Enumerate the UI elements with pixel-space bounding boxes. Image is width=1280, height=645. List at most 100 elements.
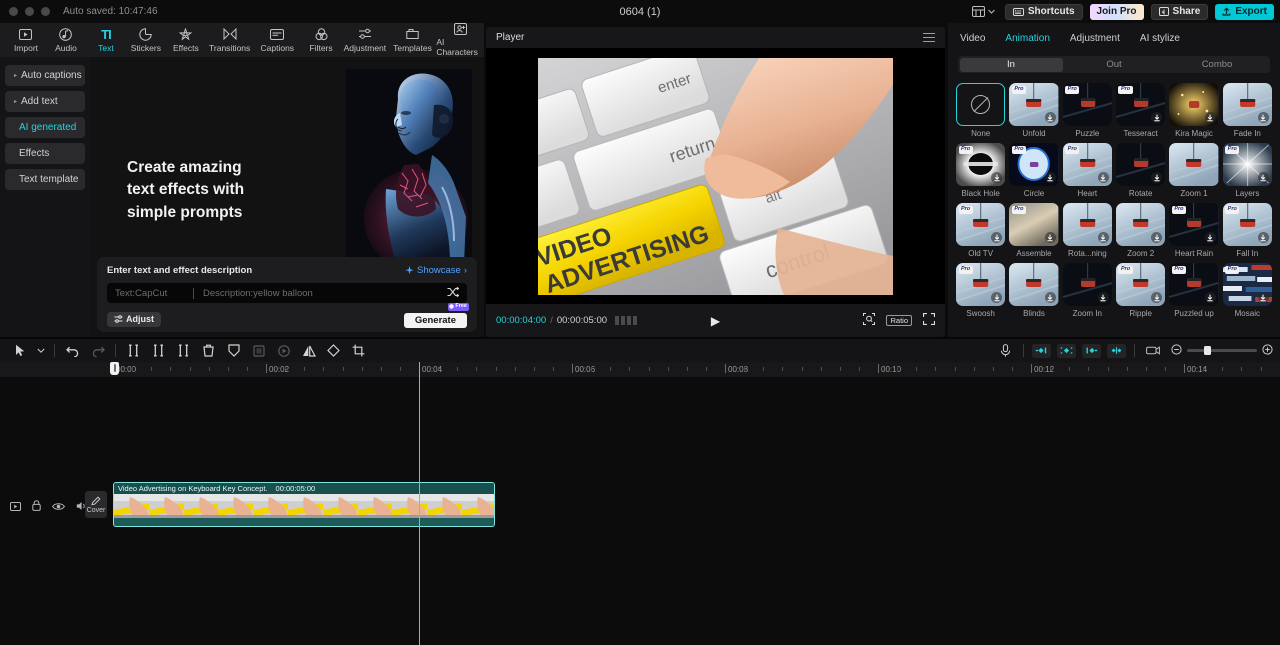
animation-thumbnail[interactable]: Pro (1115, 263, 1166, 306)
crop-clip-button[interactable] (246, 341, 271, 361)
download-icon[interactable] (1044, 232, 1056, 243)
zoom-in-icon[interactable] (1262, 342, 1273, 360)
generate-button[interactable]: Generate (403, 313, 467, 328)
layout-switcher-button[interactable] (969, 4, 998, 19)
trim-left-button[interactable] (146, 341, 171, 361)
adjust-button[interactable]: Adjust (107, 311, 161, 327)
animation-item[interactable]: Pro Black Hole (956, 143, 1006, 198)
sidebar-item-text-template[interactable]: Text template (5, 169, 85, 190)
download-icon[interactable] (1204, 292, 1216, 303)
download-icon[interactable] (1044, 112, 1056, 123)
sidebar-item-add-text[interactable]: ▸ Add text (5, 91, 85, 112)
tab-ai-stylize[interactable]: AI stylize (1140, 33, 1180, 44)
download-icon[interactable] (1257, 292, 1269, 303)
record-voiceover-icon[interactable] (993, 341, 1018, 361)
reverse-button[interactable] (271, 341, 296, 361)
animation-item[interactable]: Pro Heart (1062, 143, 1112, 198)
animation-item[interactable]: Pro Assemble (1009, 203, 1059, 258)
animation-thumbnail[interactable]: Pro (1169, 203, 1219, 246)
track-preview-icon[interactable] (10, 498, 21, 516)
split-button[interactable] (121, 341, 146, 361)
animation-item[interactable]: Rotate (1115, 143, 1166, 198)
animation-item[interactable]: Pro Swoosh (956, 263, 1006, 318)
tab-video[interactable]: Video (960, 33, 985, 44)
animation-thumbnail[interactable] (956, 83, 1006, 126)
segment-out[interactable]: Out (1063, 58, 1166, 72)
tab-ai-characters[interactable]: AI Characters (436, 23, 484, 57)
timeline-ruler[interactable]: 00:00 00:02 00:04 00:06 00:08 00:10 00:12 00:14 (0, 362, 1280, 377)
tab-stickers[interactable]: Stickers (126, 23, 166, 57)
download-icon[interactable] (991, 292, 1003, 303)
select-tool[interactable] (8, 341, 33, 361)
animation-item[interactable]: Zoom 2 (1115, 203, 1166, 258)
animation-item[interactable]: Pro Tesseract (1115, 83, 1166, 138)
animation-item[interactable]: None (956, 83, 1006, 138)
redo-button[interactable] (85, 341, 110, 361)
tab-text[interactable]: TI Text (86, 23, 126, 57)
animation-item[interactable]: Kira Magic (1169, 83, 1219, 138)
download-icon[interactable] (1204, 112, 1216, 123)
download-icon[interactable] (991, 232, 1003, 243)
description-input-placeholder[interactable]: Description:yellow balloon (203, 288, 447, 299)
animation-thumbnail[interactable]: Pro (1222, 263, 1272, 306)
animation-thumbnail[interactable]: Pro (1062, 143, 1112, 186)
showcase-link[interactable]: Showcase › (405, 265, 467, 276)
timeline-zoom-control[interactable] (1171, 342, 1273, 360)
eye-icon[interactable] (52, 498, 65, 516)
keyframe-prev-icon[interactable] (1032, 343, 1051, 358)
download-icon[interactable] (1151, 292, 1163, 303)
trim-right-button[interactable] (171, 341, 196, 361)
animation-thumbnail[interactable]: Pro (1222, 143, 1272, 186)
undo-button[interactable] (60, 341, 85, 361)
tab-import[interactable]: Import (6, 23, 46, 57)
animation-thumbnail[interactable] (1169, 143, 1219, 186)
fit-to-screen-icon[interactable] (863, 312, 876, 330)
delete-button[interactable] (196, 341, 221, 361)
animation-thumbnail[interactable]: Pro (956, 203, 1006, 246)
download-icon[interactable] (1097, 292, 1109, 303)
download-icon[interactable] (1151, 112, 1163, 123)
preview-mode-icon[interactable] (1140, 341, 1165, 361)
download-icon[interactable] (1097, 232, 1109, 243)
segment-combo[interactable]: Combo (1166, 58, 1269, 72)
tab-transitions[interactable]: Transitions (206, 23, 254, 57)
zoom-out-icon[interactable] (1171, 342, 1182, 360)
crop-button[interactable] (346, 341, 371, 361)
animation-item[interactable]: Zoom In (1062, 263, 1112, 318)
lock-icon[interactable] (32, 498, 41, 516)
minimize-window-button[interactable] (25, 7, 34, 16)
ratio-button[interactable]: Ratio (886, 315, 912, 326)
tab-animation[interactable]: Animation (1005, 33, 1049, 44)
download-icon[interactable] (1151, 232, 1163, 243)
download-icon[interactable] (1204, 232, 1216, 243)
select-dropdown[interactable] (33, 341, 49, 361)
animation-thumbnail[interactable] (1062, 263, 1112, 306)
sidebar-item-ai-generated[interactable]: AI generated (5, 117, 85, 138)
video-clip[interactable]: Video Advertising on Keyboard Key Concep… (113, 482, 495, 527)
animation-item[interactable]: Pro Layers (1222, 143, 1272, 198)
animation-thumbnail[interactable]: Pro (1009, 203, 1059, 246)
animation-item[interactable]: Zoom 1 (1169, 143, 1219, 198)
animation-thumbnail[interactable] (1009, 263, 1059, 306)
export-button[interactable]: Export (1215, 3, 1274, 20)
tab-adjustment[interactable]: Adjustment (341, 23, 389, 57)
animation-item[interactable]: Rota...ning (1062, 203, 1112, 258)
animation-item[interactable]: Pro Unfold (1009, 83, 1059, 138)
prompt-input-row[interactable]: Text:CapCut Description:yellow balloon (107, 283, 467, 303)
sidebar-item-effects[interactable]: Effects (5, 143, 85, 164)
download-icon[interactable] (1257, 172, 1269, 183)
download-icon[interactable] (1097, 172, 1109, 183)
share-button[interactable]: Share (1150, 3, 1209, 20)
animation-thumbnail[interactable]: Pro (1062, 83, 1112, 126)
animation-thumbnail[interactable] (1169, 83, 1219, 126)
playhead-handle[interactable] (110, 362, 119, 375)
animation-item[interactable]: Blinds (1009, 263, 1059, 318)
animation-thumbnail[interactable]: Pro (1222, 203, 1272, 246)
animation-item[interactable]: Pro Circle (1009, 143, 1059, 198)
shuffle-icon[interactable] (447, 286, 460, 300)
animation-item[interactable]: Pro Old TV (956, 203, 1006, 258)
freeze-button[interactable] (221, 341, 246, 361)
tab-templates[interactable]: Templates (389, 23, 437, 57)
animation-item[interactable]: Pro Ripple (1115, 263, 1166, 318)
keyframe-add-icon[interactable] (1057, 343, 1076, 358)
